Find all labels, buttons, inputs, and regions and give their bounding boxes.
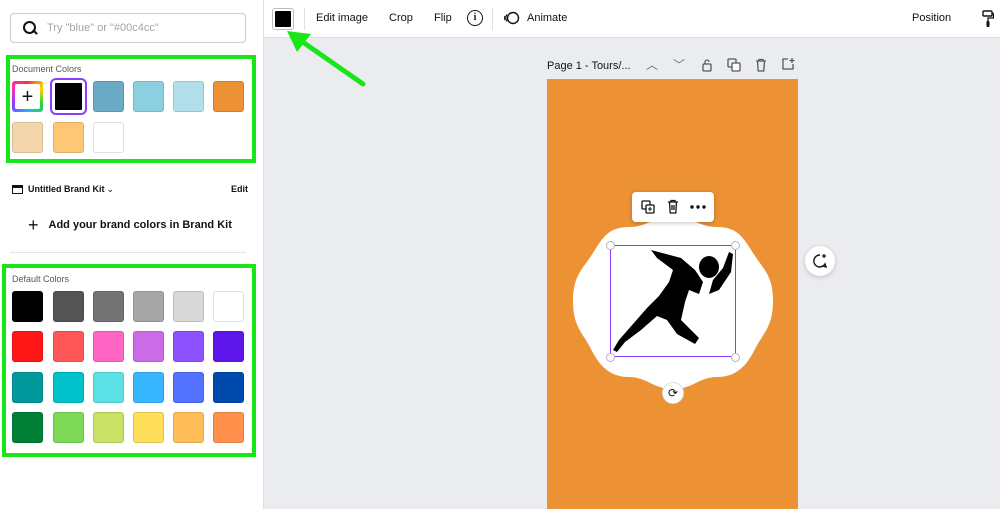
document-color-swatch-black[interactable] xyxy=(50,78,87,115)
position-button[interactable]: Position xyxy=(912,12,951,24)
add-color-button[interactable]: + xyxy=(12,81,43,112)
info-icon[interactable]: i xyxy=(467,10,483,26)
default-color-swatch[interactable] xyxy=(12,291,43,322)
default-color-swatch[interactable] xyxy=(12,331,43,362)
brand-kit-name[interactable]: Untitled Brand Kit xyxy=(28,184,105,194)
color-search-input[interactable] xyxy=(47,22,237,34)
default-color-swatch[interactable] xyxy=(133,372,164,403)
add-brand-colors-label: Add your brand colors in Brand Kit xyxy=(48,219,232,231)
default-color-swatch[interactable] xyxy=(133,291,164,322)
document-color-swatch[interactable] xyxy=(93,81,124,112)
default-color-swatch[interactable] xyxy=(213,412,244,443)
duplicate-page-icon[interactable] xyxy=(727,58,741,72)
rotate-handle-icon[interactable]: ⟳ xyxy=(662,382,684,404)
chevron-up-icon[interactable]: ︿ xyxy=(645,58,659,72)
resize-handle-top-left[interactable] xyxy=(606,241,615,250)
top-toolbar: Edit image Crop Flip i Animate Position xyxy=(264,0,1000,38)
animate-icon[interactable] xyxy=(504,11,520,25)
document-color-swatch[interactable] xyxy=(173,81,204,112)
animate-button[interactable]: Animate xyxy=(527,12,567,24)
brand-kit-edit-link[interactable]: Edit xyxy=(231,184,248,194)
default-color-swatch[interactable] xyxy=(213,372,244,403)
comment-icon xyxy=(813,254,828,269)
default-color-swatch[interactable] xyxy=(173,331,204,362)
default-color-swatch[interactable] xyxy=(173,372,204,403)
default-color-swatch[interactable] xyxy=(133,331,164,362)
brand-kit-row: Untitled Brand Kit ⌄ Edit xyxy=(12,181,248,197)
default-color-swatch[interactable] xyxy=(12,412,43,443)
duplicate-icon[interactable] xyxy=(641,200,655,214)
default-color-swatch[interactable] xyxy=(53,331,84,362)
plus-icon: + xyxy=(28,215,39,235)
document-color-swatch[interactable] xyxy=(93,122,124,153)
default-color-swatch[interactable] xyxy=(173,291,204,322)
search-icon xyxy=(23,21,37,35)
default-color-swatch[interactable] xyxy=(213,331,244,362)
paint-roller-icon[interactable] xyxy=(982,10,994,28)
brand-kit-icon xyxy=(12,184,23,194)
document-color-swatch[interactable] xyxy=(133,81,164,112)
annotation-arrow-icon xyxy=(287,31,366,87)
lock-icon[interactable] xyxy=(700,58,714,72)
element-action-bar xyxy=(632,192,714,222)
default-color-swatch[interactable] xyxy=(173,412,204,443)
add-brand-colors-button[interactable]: + Add your brand colors in Brand Kit xyxy=(28,216,232,234)
add-comment-button[interactable] xyxy=(805,246,835,276)
flip-button[interactable]: Flip xyxy=(434,12,452,24)
add-page-icon[interactable] xyxy=(781,57,795,71)
more-options-icon[interactable] xyxy=(690,205,706,209)
default-color-swatch[interactable] xyxy=(213,291,244,322)
current-color-fill xyxy=(275,11,291,27)
default-color-swatch[interactable] xyxy=(93,291,124,322)
current-color-button[interactable] xyxy=(272,8,294,30)
default-color-swatch[interactable] xyxy=(53,372,84,403)
divider xyxy=(10,252,246,253)
default-color-swatch[interactable] xyxy=(53,291,84,322)
toolbar-divider xyxy=(304,8,305,30)
document-colors-title: Document Colors xyxy=(12,64,82,74)
selection-box xyxy=(610,245,736,357)
default-color-swatch[interactable] xyxy=(53,412,84,443)
crop-button[interactable]: Crop xyxy=(389,12,413,24)
resize-handle-top-right[interactable] xyxy=(731,241,740,250)
default-color-swatch[interactable] xyxy=(93,412,124,443)
trash-icon[interactable] xyxy=(754,58,768,72)
color-panel: Document Colors + Untitled Brand Kit ⌄ E… xyxy=(0,0,264,509)
default-color-swatch[interactable] xyxy=(93,372,124,403)
document-color-swatch[interactable] xyxy=(12,122,43,153)
trash-icon[interactable] xyxy=(666,199,680,214)
plus-icon: + xyxy=(15,84,40,109)
document-color-swatch[interactable] xyxy=(53,122,84,153)
default-color-swatch[interactable] xyxy=(12,372,43,403)
page-title[interactable]: Page 1 - Tours/... xyxy=(547,60,631,72)
edit-image-button[interactable]: Edit image xyxy=(316,12,368,24)
color-search-box[interactable] xyxy=(10,13,246,43)
resize-handle-bottom-left[interactable] xyxy=(606,353,615,362)
document-color-swatch[interactable] xyxy=(213,81,244,112)
chevron-down-icon[interactable]: ﹀ xyxy=(672,58,686,72)
chevron-down-icon[interactable]: ⌄ xyxy=(107,184,115,195)
toolbar-divider xyxy=(492,8,493,30)
default-color-swatch[interactable] xyxy=(133,412,164,443)
default-color-swatch[interactable] xyxy=(93,331,124,362)
default-colors-title: Default Colors xyxy=(12,274,70,284)
resize-handle-bottom-right[interactable] xyxy=(731,353,740,362)
